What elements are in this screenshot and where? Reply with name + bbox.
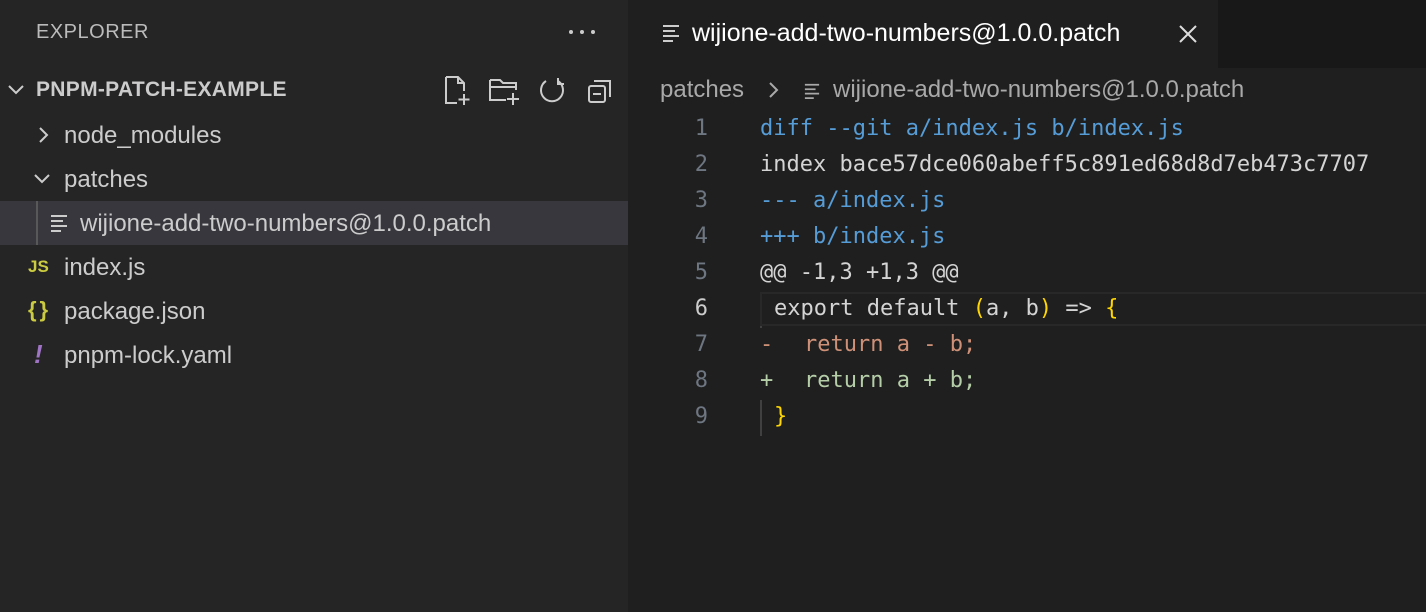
context-line-bar [760,292,762,328]
tree-item-label: wijione-add-two-numbers@1.0.0.patch [80,210,492,237]
code-line: 3 --- a/index.js [628,184,1426,220]
refresh-button[interactable] [535,74,569,108]
new-folder-button[interactable] [488,74,522,108]
line-number: 5 [694,260,708,285]
chevron-down-icon [34,174,50,184]
breadcrumb-folder[interactable]: patches [660,76,744,104]
code-line: 1 diff --git a/index.js b/index.js [628,112,1426,148]
tree-item-patches[interactable]: patches [0,157,628,201]
code-text: diff --git a/index.js b/index.js [760,116,1184,141]
close-icon[interactable] [1176,22,1200,46]
chevron-right-icon [769,82,779,98]
tree-item-label: index.js [64,254,146,281]
context-line-bar [760,400,762,436]
line-number: 8 [694,368,708,393]
editor-pane: wijione-add-two-numbers@1.0.0.patch patc… [628,0,1426,612]
lines-file-icon [804,83,820,99]
code-line: 9 } [628,400,1426,436]
code-line: 8 + return a + b; [628,364,1426,400]
chevron-right-icon [39,127,49,143]
code-text: index bace57dce060abeff5c891ed68d8d7eb47… [760,152,1370,177]
tree-item-label: patches [64,166,149,193]
tree-item-pnpm-lock[interactable]: ! pnpm-lock.yaml [0,333,628,377]
tree-item-package-json[interactable]: {} package.json [0,289,628,333]
diff-marker: + [760,368,774,393]
code-editor[interactable]: 1 diff --git a/index.js b/index.js 2 ind… [628,112,1426,612]
indent-guide [36,201,38,245]
line-number: 6 [694,296,708,321]
code-token: export default [774,296,973,321]
tab-patch-file[interactable]: wijione-add-two-numbers@1.0.0.patch [628,0,1218,68]
code-text: --- a/index.js [760,188,946,213]
diff-marker: - [760,332,774,357]
line-number: 1 [694,116,708,141]
tree-item-patch-file[interactable]: wijione-add-two-numbers@1.0.0.patch [0,201,628,245]
code-token: a, b [985,296,1039,321]
new-file-icon [445,76,470,105]
json-file-icon: {} [28,297,52,322]
code-token: ) [1038,296,1053,321]
line-number: 4 [694,224,708,249]
tree-item-label: package.json [64,298,206,325]
code-text: return a + b; [804,368,977,393]
collapse-all-button[interactable] [583,74,617,108]
yaml-file-icon: ! [34,339,43,369]
chevron-down-icon [8,85,24,95]
line-number: 7 [694,332,708,357]
code-token: { [1105,296,1119,321]
project-header[interactable]: PNPM-PATCH-EXAMPLE [0,68,628,112]
line-number: 2 [694,152,708,177]
new-file-button[interactable] [440,74,474,108]
more-actions-button[interactable] [562,14,602,50]
code-text: +++ b/index.js [760,224,946,249]
lines-file-icon [51,215,67,232]
code-text: export default (a, b) => { [774,296,1118,321]
project-name: PNPM-PATCH-EXAMPLE [36,78,287,101]
code-line: 7 - return a - b; [628,328,1426,364]
code-line: 5 @@ -1,3 +1,3 @@ [628,256,1426,292]
code-text: } [774,404,788,429]
lines-file-icon [663,25,679,42]
breadcrumb-file[interactable]: wijione-add-two-numbers@1.0.0.patch [833,76,1244,104]
breadcrumb: patches wijione-add-two-numbers@1.0.0.pa… [628,68,1426,114]
tab-bar: wijione-add-two-numbers@1.0.0.patch [628,0,1426,68]
line-number: 3 [694,188,708,213]
explorer-title: EXPLORER [36,21,149,43]
explorer-sidebar: EXPLORER PNPM-PATCH-EXAMPLE node_modules… [0,0,628,612]
tree-item-label: node_modules [64,122,222,149]
tree-item-node-modules[interactable]: node_modules [0,113,628,157]
explorer-header: EXPLORER [0,0,628,66]
code-text: @@ -1,3 +1,3 @@ [760,260,959,285]
ellipsis-icon [569,30,595,34]
code-text: return a - b; [804,332,977,357]
code-line: 2 index bace57dce060abeff5c891ed68d8d7eb… [628,148,1426,184]
code-line-current: 6 export default (a, b) => { [628,292,1426,328]
js-file-icon: JS [28,257,49,276]
code-token: => [1052,296,1106,321]
code-line: 4 +++ b/index.js [628,220,1426,256]
refresh-icon [540,78,564,103]
new-folder-icon [489,79,519,105]
collapse-all-icon [588,80,611,103]
code-token: ( [972,296,986,321]
line-number: 9 [694,404,708,429]
tab-label: wijione-add-two-numbers@1.0.0.patch [692,19,1121,47]
tree-item-index-js[interactable]: JS index.js [0,245,628,289]
tree-item-label: pnpm-lock.yaml [64,342,233,369]
